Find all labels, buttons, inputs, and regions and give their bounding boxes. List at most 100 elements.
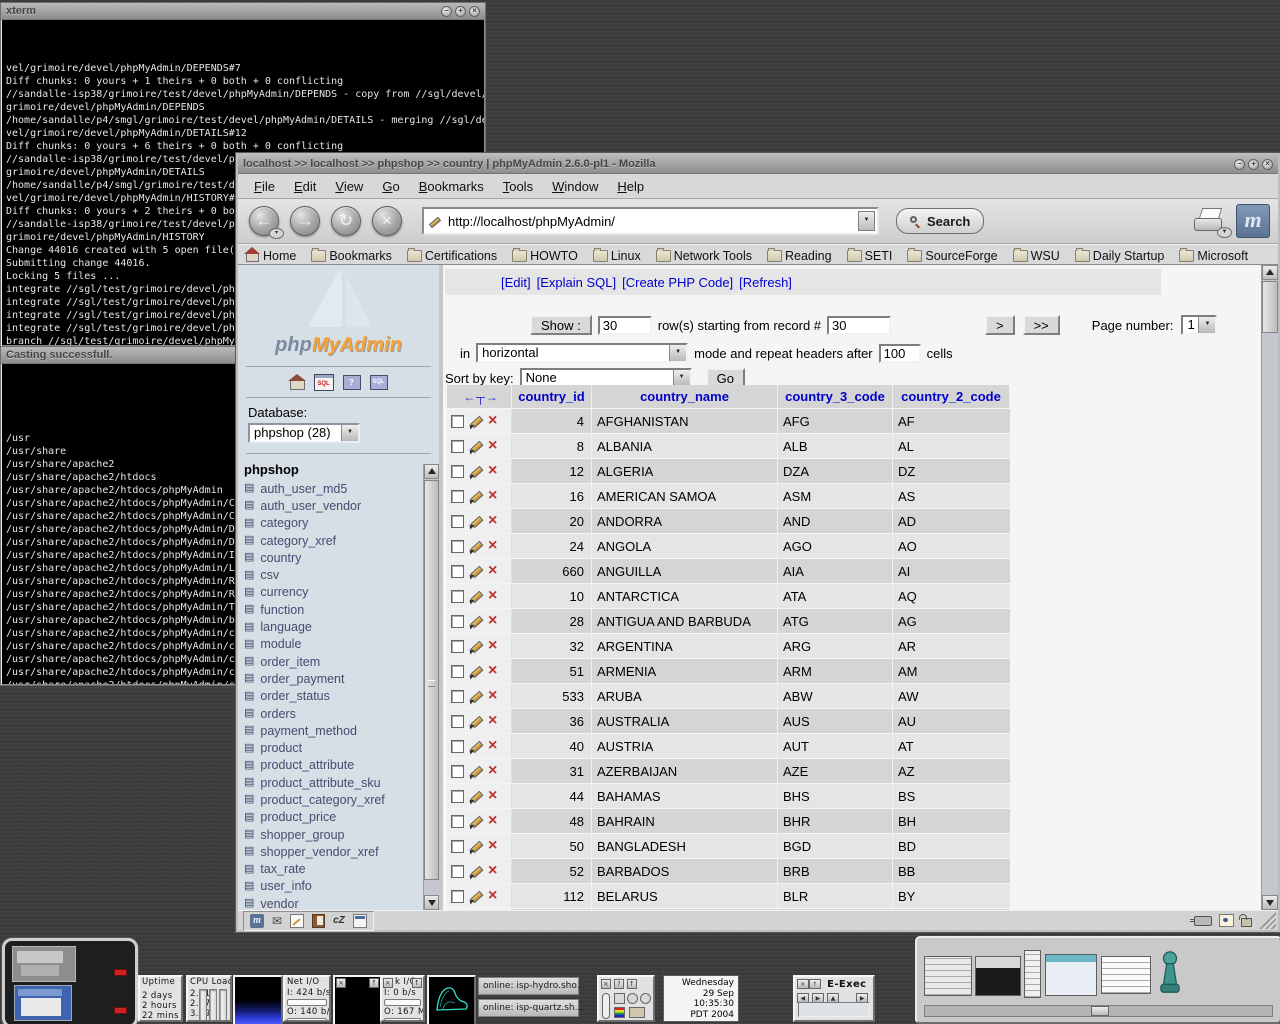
forward-button[interactable]: → [290, 206, 320, 236]
sidebar-table-item[interactable]: ▤ country [244, 549, 439, 566]
address-book-icon[interactable] [312, 914, 325, 928]
sql-window-icon[interactable]: SQL [314, 374, 334, 391]
scrollbar-thumb[interactable] [424, 480, 439, 880]
sidebar-table-item[interactable]: ▤ product [244, 739, 439, 756]
row-checkbox[interactable] [451, 465, 464, 478]
help-icon[interactable]: ? [343, 375, 361, 390]
delete-x-icon[interactable]: × [488, 689, 497, 703]
sidebar-table-item[interactable]: ▤ category_xref [244, 532, 439, 549]
chatzilla-icon[interactable]: cZ [333, 915, 345, 926]
close-icon[interactable]: × [1262, 159, 1273, 170]
edit-pencil-icon[interactable] [469, 539, 483, 553]
delete-x-icon[interactable]: × [488, 764, 497, 778]
delete-x-icon[interactable]: × [488, 714, 497, 728]
sidebar-table-item[interactable]: ▤ currency [244, 584, 439, 601]
url-input[interactable] [446, 213, 858, 230]
close-icon[interactable]: × [469, 6, 480, 17]
minimize-icon[interactable]: – [441, 6, 452, 17]
last-page-button[interactable]: >> [1023, 315, 1060, 335]
pma-home-icon[interactable] [290, 380, 305, 390]
bookmark-folder[interactable]: HOWTO [512, 249, 578, 263]
security-lock-icon[interactable] [1241, 918, 1252, 927]
main-scrollbar[interactable] [1261, 265, 1278, 910]
menu-item[interactable]: View [335, 179, 363, 194]
edit-pencil-icon[interactable] [469, 614, 483, 628]
column-header-country-2-code[interactable]: country_2_code [901, 389, 1001, 404]
bookmark-folder[interactable]: WSU [1013, 249, 1060, 263]
help-icon[interactable]: ? [614, 979, 624, 989]
delete-x-icon[interactable]: × [488, 789, 497, 803]
sidebar-table-item[interactable]: ▤ shopper_vendor_xref [244, 843, 439, 860]
delete-x-icon[interactable]: × [488, 839, 497, 853]
edit-pencil-icon[interactable] [469, 639, 483, 653]
menu-item[interactable]: Help [617, 179, 644, 194]
bookmark-folder[interactable]: Linux [593, 249, 641, 263]
sidebar-table-item[interactable]: ▤ product_price [244, 809, 439, 826]
bookmark-home[interactable]: Home [246, 249, 296, 263]
menu-item[interactable]: Tools [503, 179, 533, 194]
folder-swatch[interactable] [629, 1007, 645, 1018]
desktop-pager[interactable] [2, 938, 138, 1024]
edit-pencil-icon[interactable] [469, 764, 483, 778]
delete-x-icon[interactable]: × [488, 664, 497, 678]
sidebar-table-item[interactable]: ▤ order_item [244, 653, 439, 670]
delete-x-icon[interactable]: × [488, 439, 497, 453]
sidebar-table-item[interactable]: ▤ module [244, 636, 439, 653]
composer-icon[interactable] [290, 914, 304, 928]
bookmark-folder[interactable]: Certifications [407, 249, 497, 263]
e-exec-input[interactable] [798, 1002, 870, 1017]
sidebar-table-item[interactable]: ▤ order_payment [244, 670, 439, 687]
row-checkbox[interactable] [451, 490, 464, 503]
edit-pencil-icon[interactable] [469, 489, 483, 503]
sidebar-table-item[interactable]: ▤ csv [244, 566, 439, 583]
delete-x-icon[interactable]: × [488, 539, 497, 553]
sidebar-table-item[interactable]: ▤ shopper_group [244, 826, 439, 843]
resize-grip[interactable] [1259, 912, 1276, 929]
navigator-icon[interactable]: m [250, 914, 264, 928]
rows-count-input[interactable] [598, 316, 652, 335]
online-status-button-1[interactable]: online: isp-hydro.sho... [478, 977, 579, 995]
pma-logo[interactable]: phpMyAdmin [238, 271, 439, 361]
edit-pencil-icon[interactable] [469, 664, 483, 678]
browser-titlebar[interactable]: localhost >> localhost >> phpshop >> cou… [238, 155, 1278, 174]
shade-icon[interactable]: ↑ [412, 978, 422, 988]
window-thumbnail[interactable] [1101, 956, 1151, 994]
delete-x-icon[interactable]: × [488, 589, 497, 603]
print-dropdown[interactable]: ▼ [1217, 227, 1232, 238]
menu-item[interactable]: Window [552, 179, 598, 194]
pawn-icon[interactable] [1157, 948, 1183, 1000]
column-header-country-3-code[interactable]: country_3_code [785, 389, 885, 404]
window-thumbnail[interactable] [1045, 954, 1097, 996]
row-checkbox[interactable] [451, 890, 464, 903]
row-checkbox[interactable] [451, 790, 464, 803]
url-history-dropdown[interactable]: ▼ [858, 211, 875, 231]
edit-pencil-icon[interactable] [469, 739, 483, 753]
page-number-select[interactable]: 1 ▼ [1181, 315, 1217, 335]
edit-pencil-icon[interactable] [469, 439, 483, 453]
edit-pencil-icon[interactable] [469, 589, 483, 603]
row-checkbox[interactable] [451, 540, 464, 553]
edit-pencil-icon[interactable] [469, 789, 483, 803]
column-toggle-icons[interactable]: ←┬→ [463, 390, 499, 404]
sidebar-table-item[interactable]: ▤ product_attribute [244, 757, 439, 774]
close-icon[interactable]: × [797, 979, 809, 989]
row-checkbox[interactable] [451, 440, 464, 453]
color-bars-swatch[interactable] [614, 1007, 625, 1018]
delete-x-icon[interactable]: × [488, 814, 497, 828]
xterm-titlebar[interactable]: xterm – + × [1, 3, 485, 20]
mode-select[interactable]: horizontal ▼ [476, 343, 688, 363]
menu-item[interactable]: Go [382, 179, 399, 194]
window-swatch[interactable] [614, 993, 625, 1004]
stop-button[interactable]: × [372, 206, 402, 236]
query-link[interactable]: [Explain SQL] [537, 275, 617, 290]
scrollbar-thumb[interactable] [1262, 281, 1278, 333]
iconified-monitor[interactable]: × ↑ [333, 975, 382, 1024]
sidebar-table-item[interactable]: ▤ language [244, 618, 439, 635]
window-thumbnail[interactable] [1024, 950, 1041, 998]
sidebar-table-item[interactable]: ▤ function [244, 601, 439, 618]
window-thumbnail[interactable] [975, 956, 1021, 996]
sidebar-table-item[interactable]: ▤ order_status [244, 688, 439, 705]
shade-icon[interactable]: ↑ [369, 978, 379, 988]
edit-pencil-icon[interactable] [469, 814, 483, 828]
sidebar-table-item[interactable]: ▤ vendor [244, 895, 439, 910]
